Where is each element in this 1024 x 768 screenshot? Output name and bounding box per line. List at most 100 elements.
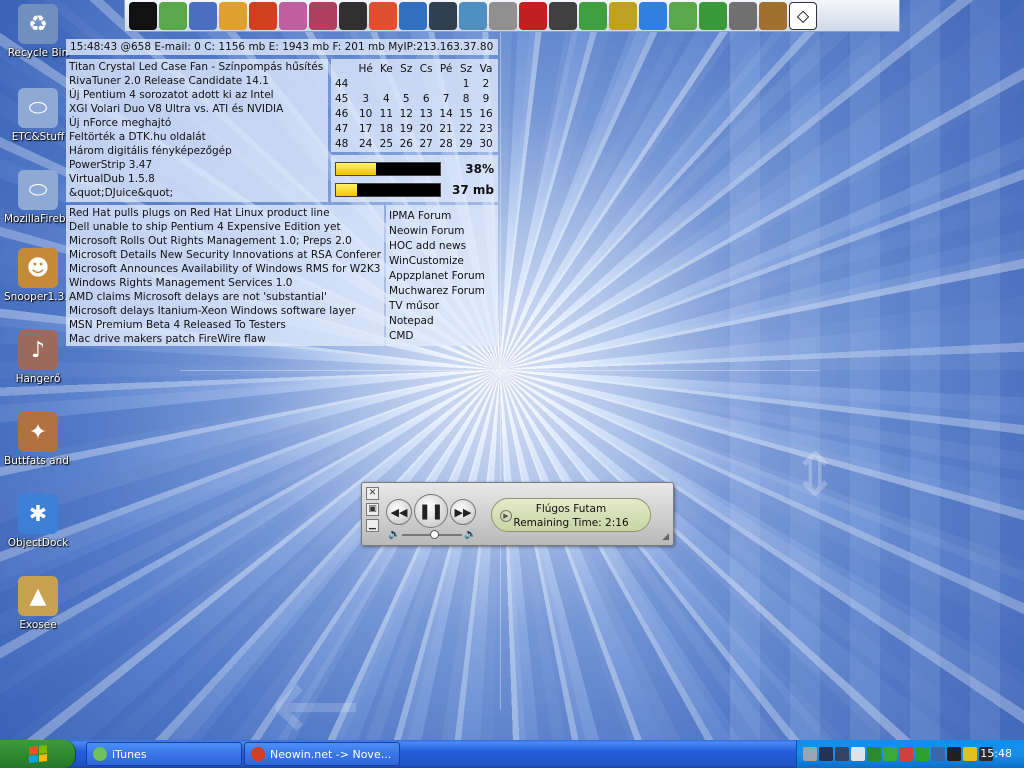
desktop-icon[interactable]: ⬭ MozillaFirebird xyxy=(4,170,72,225)
quick-link[interactable]: HOC add news xyxy=(389,239,495,254)
desktop-icon[interactable]: ✦ Buttfats and Parsips xyxy=(4,412,72,467)
office-icon[interactable] xyxy=(219,1,247,30)
calculator-icon[interactable] xyxy=(309,1,337,30)
news-headline-link[interactable]: VirtualDub 1.5.8 xyxy=(69,172,325,186)
tray-check-icon[interactable] xyxy=(883,747,897,761)
brap-icon: ✦ xyxy=(18,412,58,452)
quick-link[interactable]: CMD xyxy=(389,329,495,344)
calendar-day: 27 xyxy=(419,137,433,150)
close-icon[interactable]: ✕ xyxy=(366,487,379,500)
desktop-icon[interactable]: ▲ Exosee xyxy=(4,576,72,631)
minimize-icon[interactable]: ▁ xyxy=(366,519,379,532)
news-headline-link[interactable]: PowerStrip 3.47 xyxy=(69,158,325,172)
desktop-icon[interactable]: ✱ ObjectDock xyxy=(4,494,72,549)
news-headline-link[interactable]: Microsoft Details New Security Innovatio… xyxy=(69,248,381,262)
icq-icon[interactable] xyxy=(579,1,607,30)
tray-radiation-icon[interactable] xyxy=(963,747,977,761)
news-headline-link[interactable]: Új nForce meghajtó xyxy=(69,116,325,130)
biohazard-icon[interactable] xyxy=(339,1,367,30)
quick-link[interactable]: Notepad xyxy=(389,314,495,329)
news-headline-link[interactable]: MSN Premium Beta 4 Released To Testers xyxy=(69,318,381,332)
s-green-icon[interactable] xyxy=(699,1,727,30)
photo-tool-icon[interactable] xyxy=(279,1,307,30)
itunes-icon[interactable] xyxy=(159,1,187,30)
diamond-icon[interactable]: ◇ xyxy=(789,1,817,30)
s-grey-icon[interactable] xyxy=(729,1,757,30)
next-track-button[interactable]: ▶▶ xyxy=(450,499,476,525)
news-headline-link[interactable]: &quot;DJuice&quot; xyxy=(69,186,325,200)
news-headline-link[interactable]: Windows Rights Management Services 1.0 xyxy=(69,276,381,290)
outlook-icon[interactable] xyxy=(189,1,217,30)
download-icon[interactable] xyxy=(369,1,397,30)
terminal-icon[interactable] xyxy=(129,1,157,30)
tray-save-icon[interactable] xyxy=(835,747,849,761)
quick-link[interactable]: IPMA Forum xyxy=(389,209,495,224)
tray-arrow-icon[interactable] xyxy=(947,747,961,761)
volume-knob[interactable] xyxy=(430,530,439,539)
tray-user-icon[interactable] xyxy=(931,747,945,761)
news-headline-link[interactable]: Titan Crystal Led Case Fan - Színpompás … xyxy=(69,60,325,74)
news-headline-link[interactable]: Mac drive makers patch FireWire flaw xyxy=(69,332,381,346)
cd-drive-icon[interactable] xyxy=(489,1,517,30)
calendar-week-number: 47 xyxy=(335,122,349,135)
quick-link[interactable]: Muchwarez Forum xyxy=(389,284,495,299)
news-headline-link[interactable]: Három digitális fényképezőgép xyxy=(69,144,325,158)
quick-link[interactable]: Appzplanet Forum xyxy=(389,269,495,284)
tray-network-icon[interactable] xyxy=(899,747,913,761)
taskbar-button-label: Neowin.net -> Nove... xyxy=(270,747,392,761)
news-headline-link[interactable]: AMD claims Microsoft delays are not 'sub… xyxy=(69,290,381,304)
pause-button[interactable]: ❚❚ xyxy=(414,494,448,528)
network-icon[interactable] xyxy=(399,1,427,30)
desktop-icon[interactable]: ♪ Hangerő xyxy=(4,330,72,385)
news-headline-link[interactable]: Microsoft Announces Availability of Wind… xyxy=(69,262,381,276)
pen-icon[interactable] xyxy=(459,1,487,30)
news-headline-link[interactable]: Új Pentium 4 sorozatot adott ki az Intel xyxy=(69,88,325,102)
system-status-text: 15:48:43 @658 E-mail: 0 C: 1156 mb E: 19… xyxy=(70,41,494,53)
calendar-day xyxy=(355,76,376,91)
desktop-icon[interactable]: ☻ Snooper1.3... xyxy=(4,248,72,303)
7zip-icon[interactable] xyxy=(609,1,637,30)
globe-icon[interactable] xyxy=(639,1,667,30)
desktop-icon-label: Recycle Bin xyxy=(7,47,69,59)
taskbar-button[interactable]: Neowin.net -> Nove... xyxy=(244,742,400,766)
quick-link[interactable]: WinCustomize xyxy=(389,254,495,269)
calendar-day: 21 xyxy=(439,122,453,135)
tray-clock[interactable]: 15:48 xyxy=(980,747,1012,760)
resize-grip-icon[interactable]: ◢ xyxy=(662,532,669,542)
tray-download-icon[interactable] xyxy=(915,747,929,761)
meter-bar xyxy=(335,182,441,197)
drive-icon: ⬭ xyxy=(18,88,58,128)
quick-link[interactable]: Neowin Forum xyxy=(389,224,495,239)
desktop-icon[interactable]: ⬭ ETC&Stuff xyxy=(4,88,72,143)
news-headline-link[interactable]: Microsoft delays Itanium-Xeon Windows so… xyxy=(69,304,381,318)
volume-slider[interactable]: 🔈 🔊 xyxy=(388,529,476,541)
tray-phone-icon[interactable] xyxy=(819,747,833,761)
phone-icon[interactable] xyxy=(549,1,577,30)
monitor-icon[interactable] xyxy=(429,1,457,30)
calendar-day: 16 xyxy=(479,107,493,120)
flash-icon[interactable] xyxy=(519,1,547,30)
desktop-icon-label: Snooper1.3... xyxy=(4,291,72,303)
tray-drive-icon[interactable] xyxy=(803,747,817,761)
tray-cd-icon[interactable] xyxy=(851,747,865,761)
news-headline-link[interactable]: RivaTuner 2.0 Release Candidate 14.1 xyxy=(69,74,325,88)
previous-track-button[interactable]: ◀◀ xyxy=(386,499,412,525)
quick-link[interactable]: TV műsor xyxy=(389,299,495,314)
system-status-line: 15:48:43 @658 E-mail: 0 C: 1156 mb E: 19… xyxy=(66,39,498,55)
taskbar-button[interactable]: iTunes xyxy=(86,742,242,766)
calendar-day: 13 xyxy=(419,107,433,120)
tray-meter-icon[interactable] xyxy=(867,747,881,761)
calendar-day: 9 xyxy=(482,92,490,105)
quill-icon[interactable] xyxy=(759,1,787,30)
news-headline-link[interactable]: Dell unable to ship Pentium 4 Expensive … xyxy=(69,220,381,234)
restore-icon[interactable]: ▣ xyxy=(366,503,379,516)
calendar-day: 22 xyxy=(459,122,473,135)
news-headline-link[interactable]: Red Hat pulls plugs on Red Hat Linux pro… xyxy=(69,206,381,220)
music-note-icon[interactable] xyxy=(669,1,697,30)
desktop-icon[interactable]: ♻ Recycle Bin xyxy=(4,4,72,59)
news-headline-link[interactable]: XGI Volari Duo V8 Ultra vs. ATI és NVIDI… xyxy=(69,102,325,116)
start-button[interactable] xyxy=(0,740,76,768)
news-headline-link[interactable]: Feltörték a DTK.hu oldalát xyxy=(69,130,325,144)
news-headline-link[interactable]: Microsoft Rolls Out Rights Management 1.… xyxy=(69,234,381,248)
firebird-icon[interactable] xyxy=(249,1,277,30)
